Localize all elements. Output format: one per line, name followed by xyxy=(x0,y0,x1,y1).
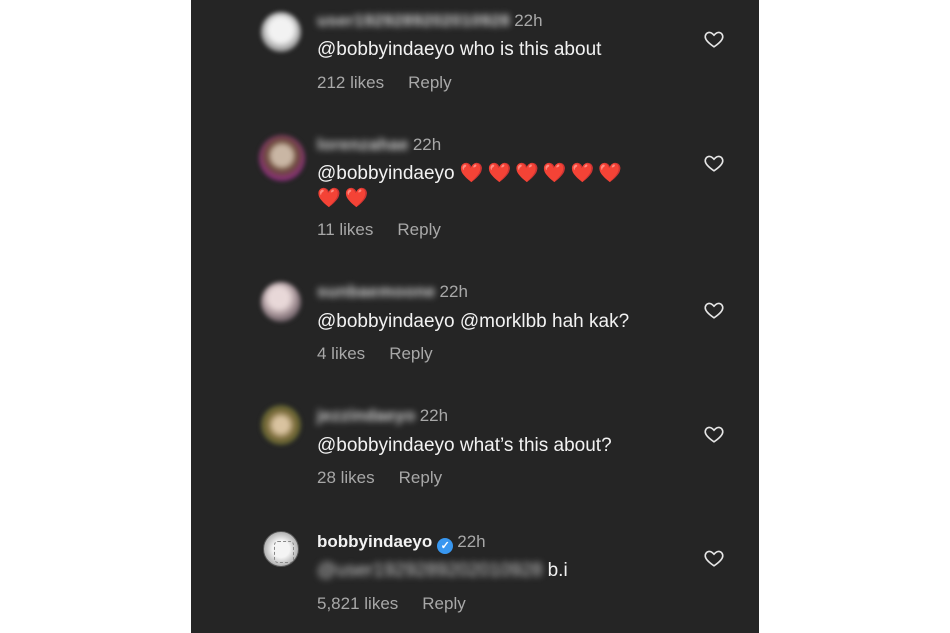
comment-body: b.i xyxy=(547,560,568,581)
heart-outline-icon[interactable] xyxy=(703,28,725,50)
likes-count[interactable]: 28 likes xyxy=(317,468,375,487)
comment-header: lorenzahae 22h xyxy=(317,134,441,156)
comment-meta: 4 likes Reply xyxy=(317,343,433,365)
comment-meta: 28 likes Reply xyxy=(317,467,442,489)
comment-header: bobbyindaeyo ✓ 22h xyxy=(317,531,486,554)
avatar[interactable] xyxy=(263,531,299,567)
comment-text: @bobbyindaeyo @morklbb hah kak? xyxy=(317,311,630,332)
likes-count[interactable]: 4 likes xyxy=(317,344,365,363)
likes-count[interactable]: 5,821 likes xyxy=(317,594,398,613)
avatar-mark xyxy=(274,541,294,563)
username[interactable]: user1929289202010928 xyxy=(317,11,510,30)
comment-header: sunbaemoone 22h xyxy=(317,281,468,303)
comment-meta: 5,821 likes Reply xyxy=(317,593,466,615)
reply-button[interactable]: Reply xyxy=(397,220,440,239)
timestamp: 22h xyxy=(439,282,468,301)
comment-text: @bobbyindaeyo who is this about xyxy=(317,39,602,60)
comment-text: @bobbyindaeyo what’s this about? xyxy=(317,435,612,456)
reply-button[interactable]: Reply xyxy=(408,73,451,92)
heart-outline-icon[interactable] xyxy=(703,152,725,174)
heart-outline-icon[interactable] xyxy=(703,547,725,569)
username[interactable]: bobbyindaeyo xyxy=(317,532,432,551)
mention[interactable]: @user1929289202010928 xyxy=(317,560,542,581)
comment-meta: 11 likes Reply xyxy=(317,219,441,241)
comment-text: @bobbyindaeyo ❤️❤️❤️❤️❤️❤️ ❤️❤️ xyxy=(317,161,657,211)
likes-count[interactable]: 11 likes xyxy=(317,220,373,239)
comment-header: jezzindaeyo 22h xyxy=(317,405,448,427)
timestamp: 22h xyxy=(412,135,442,154)
likes-count[interactable]: 212 likes xyxy=(317,73,384,92)
reply-button[interactable]: Reply xyxy=(399,468,442,487)
avatar[interactable] xyxy=(261,282,301,322)
heart-outline-icon[interactable] xyxy=(703,299,725,321)
timestamp: 22h xyxy=(514,11,543,30)
avatar[interactable] xyxy=(259,135,305,181)
username[interactable]: sunbaemoone xyxy=(317,282,436,301)
mention[interactable]: @bobbyindaeyo xyxy=(317,163,455,184)
timestamp: 22h xyxy=(419,406,449,425)
avatar[interactable] xyxy=(261,12,301,52)
verified-badge-icon: ✓ xyxy=(437,538,454,554)
avatar[interactable] xyxy=(261,405,301,445)
username[interactable]: lorenzahae xyxy=(317,135,409,154)
heart-outline-icon[interactable] xyxy=(703,423,725,445)
reply-button[interactable]: Reply xyxy=(389,344,432,363)
reply-button[interactable]: Reply xyxy=(422,594,465,613)
timestamp: 22h xyxy=(457,532,486,551)
comment-meta: 212 likes Reply xyxy=(317,72,452,94)
username[interactable]: jezzindaeyo xyxy=(317,406,416,425)
comment-text: @user1929289202010928 b.i xyxy=(317,558,657,583)
comment-header: user1929289202010928 22h xyxy=(317,10,543,32)
comments-panel: user1929289202010928 22h @bobbyindaeyo wh… xyxy=(191,0,759,633)
